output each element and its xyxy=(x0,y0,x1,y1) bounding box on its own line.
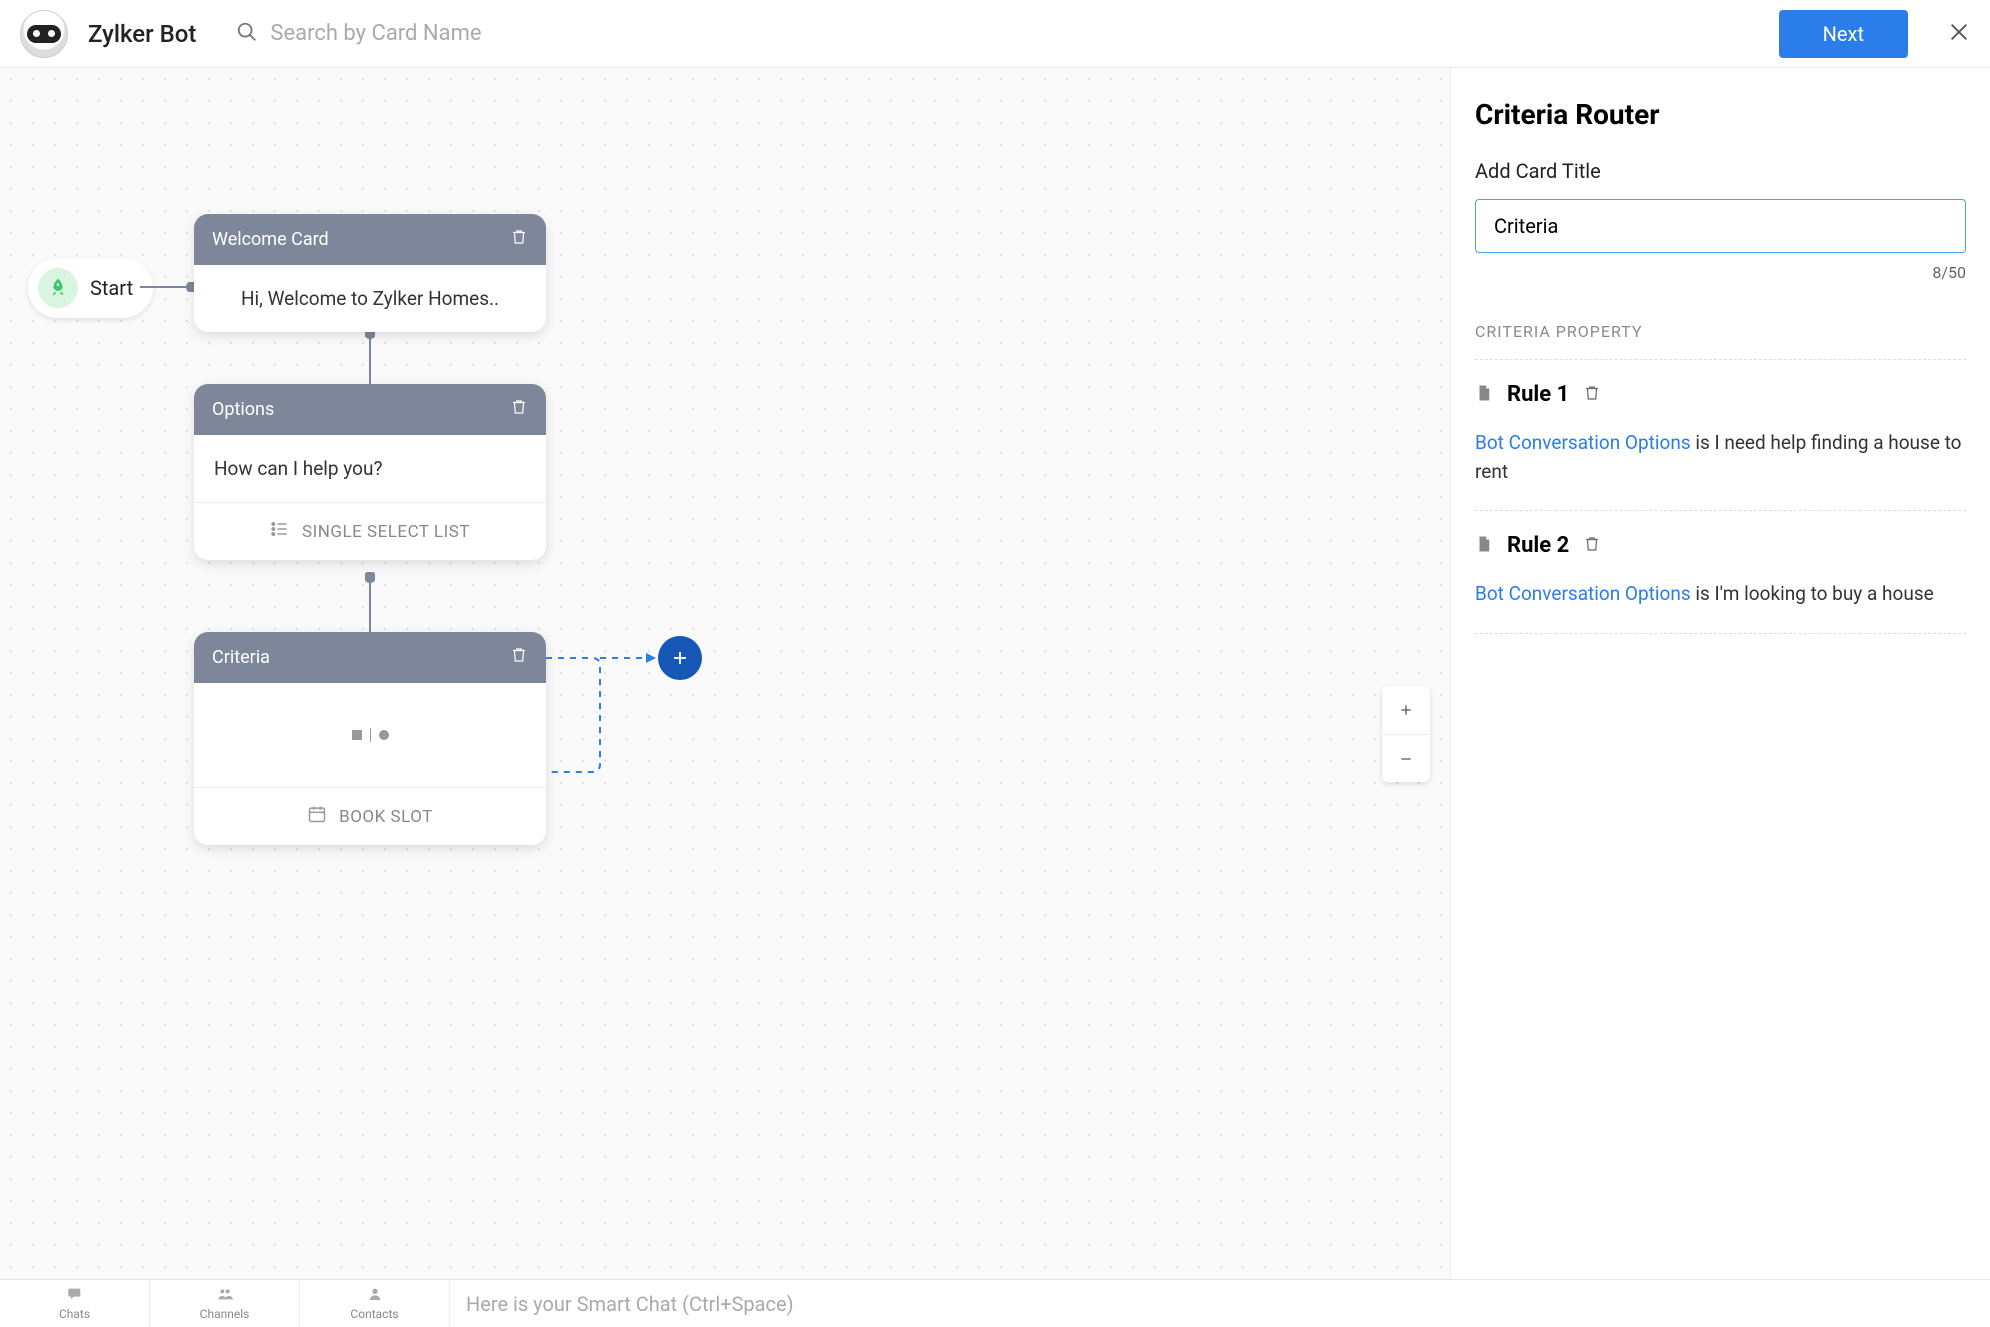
divider xyxy=(1475,510,1966,511)
search-wrap xyxy=(236,21,1758,47)
rule-link[interactable]: Bot Conversation Options xyxy=(1475,431,1691,454)
main: Start Welcome Card Hi, Welcome xyxy=(0,68,1990,1279)
card-title-input[interactable] xyxy=(1475,199,1966,253)
rule-item: Rule 1 Bot Conversation Options is I nee… xyxy=(1475,382,1966,486)
trash-icon[interactable] xyxy=(510,646,528,669)
rocket-icon xyxy=(38,268,78,308)
card-body: How can I help you? xyxy=(194,435,546,502)
card-footer[interactable]: SINGLE SELECT LIST xyxy=(194,502,546,560)
rule-item: Rule 2 Bot Conversation Options is I'm l… xyxy=(1475,533,1966,609)
start-node[interactable]: Start xyxy=(28,258,153,318)
trash-icon[interactable] xyxy=(510,398,528,421)
channels-icon xyxy=(215,1286,235,1305)
card-footer[interactable]: BOOK SLOT xyxy=(194,787,546,845)
card-title: Options xyxy=(212,399,274,420)
bot-name: Zylker Bot xyxy=(88,20,196,48)
tab-label: Contacts xyxy=(350,1307,398,1321)
rule-name: Rule 2 xyxy=(1507,533,1569,558)
divider xyxy=(1475,359,1966,360)
rule-link[interactable]: Bot Conversation Options xyxy=(1475,582,1691,605)
zoom-controls xyxy=(1382,686,1430,782)
zoom-out-button[interactable] xyxy=(1382,734,1430,782)
document-icon xyxy=(1475,535,1493,557)
zoom-in-button[interactable] xyxy=(1382,686,1430,734)
chats-icon xyxy=(65,1286,85,1305)
card-body: Hi, Welcome to Zylker Homes.. xyxy=(194,265,546,332)
search-input[interactable] xyxy=(270,21,1758,46)
trash-icon[interactable] xyxy=(1583,535,1601,557)
search-icon xyxy=(236,21,258,47)
next-button[interactable]: Next xyxy=(1779,10,1908,58)
canvas[interactable]: Start Welcome Card Hi, Welcome xyxy=(0,68,1450,1279)
rule-name: Rule 1 xyxy=(1507,382,1569,407)
smart-chat-input[interactable]: Here is your Smart Chat (Ctrl+Space) xyxy=(450,1280,1990,1327)
card-header: Criteria xyxy=(194,632,546,683)
divider xyxy=(1475,633,1966,634)
rule-body: Bot Conversation Options is I'm looking … xyxy=(1475,580,1966,609)
card-footer-label: BOOK SLOT xyxy=(339,807,433,827)
card-title-field-label: Add Card Title xyxy=(1475,159,1966,183)
rule-text: is I'm looking to buy a house xyxy=(1691,582,1934,605)
top-bar: Zylker Bot Next xyxy=(0,0,1990,68)
card-title: Welcome Card xyxy=(212,229,329,250)
rule-body: Bot Conversation Options is I need help … xyxy=(1475,429,1966,486)
tab-chats[interactable]: Chats xyxy=(0,1280,150,1327)
contacts-icon xyxy=(365,1286,385,1305)
close-icon[interactable] xyxy=(1948,21,1970,47)
bottom-bar: Chats Channels Contacts Here is your Sma… xyxy=(0,1279,1990,1327)
card-options[interactable]: Options How can I help you? SINGLE SELEC… xyxy=(194,384,546,560)
card-welcome[interactable]: Welcome Card Hi, Welcome to Zylker Homes… xyxy=(194,214,546,332)
trash-icon[interactable] xyxy=(1583,384,1601,406)
card-title: Criteria xyxy=(212,647,270,668)
list-icon xyxy=(270,519,290,544)
card-header: Welcome Card xyxy=(194,214,546,265)
bot-avatar xyxy=(20,10,68,58)
panel-title: Criteria Router xyxy=(1475,98,1966,131)
document-icon xyxy=(1475,384,1493,406)
trash-icon[interactable] xyxy=(510,228,528,251)
start-label: Start xyxy=(90,276,133,300)
card-criteria[interactable]: Criteria BOOK SLOT xyxy=(194,632,546,845)
calendar-icon xyxy=(307,804,327,829)
tab-label: Channels xyxy=(200,1307,250,1321)
card-footer-label: SINGLE SELECT LIST xyxy=(302,522,470,542)
card-header: Options xyxy=(194,384,546,435)
criteria-shapes-icon xyxy=(214,705,526,765)
side-panel: Criteria Router Add Card Title 8/50 CRIT… xyxy=(1450,68,1990,1279)
card-body xyxy=(194,683,546,787)
char-counter: 8/50 xyxy=(1475,263,1966,282)
tab-contacts[interactable]: Contacts xyxy=(300,1280,450,1327)
add-node-button[interactable] xyxy=(658,636,702,680)
criteria-property-label: CRITERIA PROPERTY xyxy=(1475,322,1966,341)
tab-channels[interactable]: Channels xyxy=(150,1280,300,1327)
tab-label: Chats xyxy=(59,1307,90,1321)
